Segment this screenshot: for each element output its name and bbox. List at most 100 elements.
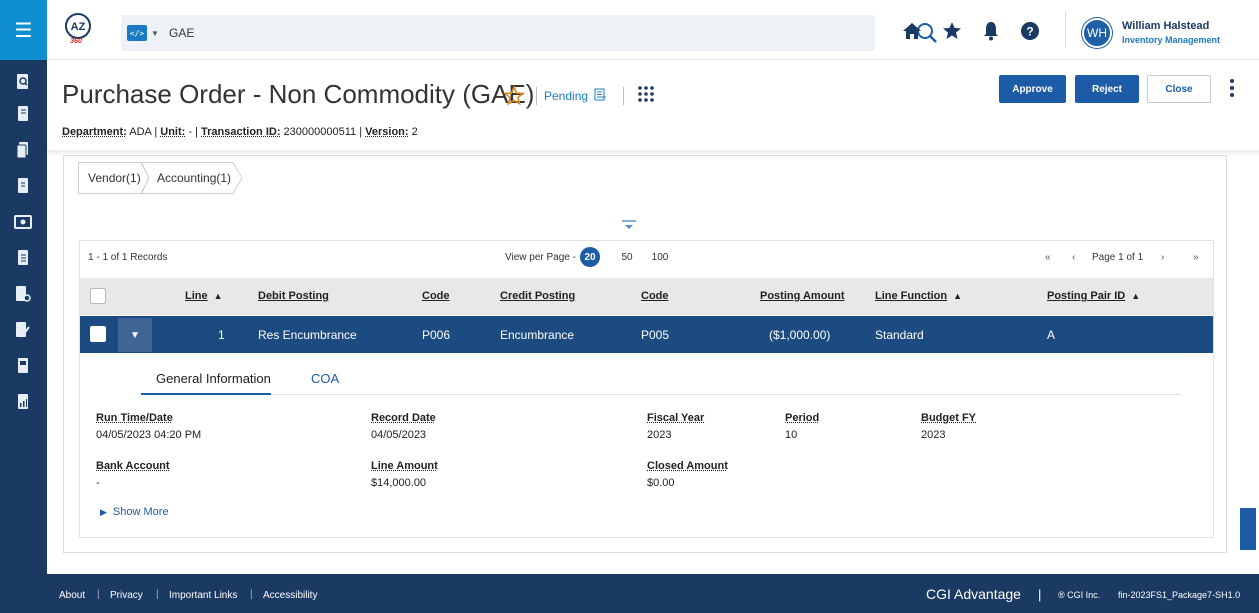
az360-logo[interactable]: AZ 360	[63, 12, 93, 46]
line-amount-label: Line Amount	[371, 460, 438, 472]
home-icon[interactable]	[901, 20, 923, 42]
side-panel-tab[interactable]	[1237, 505, 1259, 553]
breadcrumb-accounting[interactable]: Accounting(1)	[141, 162, 243, 194]
money-icon[interactable]	[11, 210, 35, 234]
record-date-value: 04/05/2023	[371, 429, 427, 441]
breadcrumb-accounting-label: Accounting(1)	[157, 171, 232, 185]
row-checkbox[interactable]	[90, 326, 106, 342]
col-posting-pair-id-label: Posting Pair ID	[1047, 290, 1126, 302]
show-more-label: Show More	[112, 506, 169, 518]
tab-coa[interactable]: COA	[311, 371, 339, 386]
user-role: Inventory Management	[1122, 35, 1221, 45]
col-line-label: Line	[185, 290, 208, 302]
tab-general-information[interactable]: General Information	[156, 371, 271, 386]
svg-text:AZ: AZ	[71, 21, 86, 33]
fiscal-year-value: 2023	[647, 429, 672, 441]
col-credit-posting[interactable]: Credit Posting	[500, 290, 575, 302]
select-all-checkbox[interactable]	[90, 288, 106, 304]
approve-button[interactable]: Approve	[999, 75, 1066, 103]
left-rail: ☰	[0, 0, 47, 613]
col-code-debit[interactable]: Code	[422, 290, 450, 302]
status-badge[interactable]: Pending	[544, 88, 607, 104]
page-title: Purchase Order - Non Commodity (GAE)	[62, 79, 535, 109]
meta-separator: |	[154, 126, 158, 138]
line-amount-value: $14,000.00	[371, 477, 427, 489]
search-input[interactable]	[169, 22, 769, 44]
footer-link-accessibility[interactable]: Accessibility	[263, 590, 317, 601]
tab-divider	[141, 394, 1181, 395]
build-version: fin-2023FS1_Package7-SH1.0	[1118, 590, 1241, 600]
prev-page-icon[interactable]: ‹	[1072, 252, 1075, 263]
transaction-id-value: 230000000511	[283, 126, 357, 138]
favorites-star-icon[interactable]	[941, 20, 963, 42]
reject-button[interactable]: Reject	[1075, 75, 1139, 103]
closed-amount-value: $0.00	[647, 477, 675, 489]
col-line-function[interactable]: Line Function ▲︎	[875, 290, 962, 302]
document-list-icon	[594, 88, 607, 104]
cell-debit-posting: Res Encumbrance	[258, 328, 357, 342]
page-size-50[interactable]: 50	[617, 247, 637, 267]
row-expand-chevron-icon[interactable]: ▼	[118, 318, 152, 352]
version-label: Version:	[365, 126, 409, 138]
next-page-icon[interactable]: ›	[1161, 252, 1164, 263]
footer-separator: |	[1038, 587, 1042, 602]
last-page-icon[interactable]: »	[1193, 252, 1199, 263]
avatar[interactable]: WH	[1082, 18, 1112, 48]
svg-text:360: 360	[70, 38, 82, 45]
closed-amount-label: Closed Amount	[647, 460, 728, 472]
ledger-icon[interactable]	[11, 354, 35, 378]
chart-report-icon[interactable]	[11, 390, 35, 414]
top-bar: AZ 360 </> ▼ ? WH William Halstead Inven…	[47, 0, 1259, 60]
cell-line-function: Standard	[875, 328, 924, 342]
page-size-20[interactable]: 20	[580, 247, 600, 267]
footer-link-privacy[interactable]: Privacy	[110, 590, 143, 601]
document-meta: Department: ADA | Unit: - | Transaction …	[62, 126, 418, 138]
footer: About | Privacy | Important Links | Acce…	[47, 574, 1259, 613]
period-value: 10	[785, 429, 798, 441]
code-icon: </>	[127, 25, 147, 41]
search-scope-dropdown[interactable]: </> ▼	[127, 24, 159, 42]
col-posting-pair-id[interactable]: Posting Pair ID ▲︎	[1047, 290, 1140, 302]
documents-icon[interactable]	[11, 138, 35, 162]
global-search-box: </> ▼	[121, 15, 937, 51]
collapse-filter-icon[interactable]	[621, 218, 637, 232]
run-time-value: 04/05/2023 04:20 PM	[96, 429, 202, 441]
footer-link-about[interactable]: About	[59, 590, 85, 601]
copyright: ® CGI Inc.	[1058, 590, 1101, 600]
doc-settings-icon[interactable]	[11, 282, 35, 306]
department-value: ADA	[129, 126, 152, 138]
bank-account-label: Bank Account	[96, 460, 170, 472]
title-separator	[536, 87, 537, 105]
unit-label: Unit:	[160, 126, 186, 138]
notification-bell-icon[interactable]	[980, 20, 1002, 42]
close-button[interactable]: Close	[1147, 75, 1211, 103]
footer-link-important-links[interactable]: Important Links	[169, 590, 237, 601]
favorite-star-icon[interactable]	[503, 85, 525, 107]
meta-separator: |	[359, 126, 363, 138]
more-options-icon[interactable]	[1226, 76, 1238, 102]
transaction-id-label: Transaction ID:	[201, 126, 281, 138]
apps-grid-icon[interactable]	[637, 85, 655, 103]
doc-edit-icon[interactable]	[11, 318, 35, 342]
book-icon[interactable]	[11, 102, 35, 126]
help-icon[interactable]: ?	[1019, 20, 1041, 42]
version-value: 2	[411, 126, 418, 138]
show-more-link[interactable]: ▶ Show More	[100, 506, 169, 518]
col-line-function-label: Line Function	[875, 290, 948, 302]
sort-icon: ▲︎	[213, 291, 223, 301]
col-debit-posting[interactable]: Debit Posting	[258, 290, 329, 302]
col-posting-amount[interactable]: Posting Amount	[760, 290, 845, 302]
period-label: Period	[785, 412, 820, 424]
page-size-100[interactable]: 100	[650, 247, 670, 267]
hamburger-menu-icon[interactable]: ☰	[0, 0, 47, 60]
col-code-credit[interactable]: Code	[641, 290, 669, 302]
user-name: William Halstead	[1122, 20, 1210, 32]
report-icon[interactable]	[11, 174, 35, 198]
budget-fy-value: 2023	[921, 429, 946, 441]
first-page-icon[interactable]: «	[1045, 252, 1051, 263]
fiscal-year-label: Fiscal Year	[647, 412, 705, 424]
checklist-icon[interactable]	[11, 246, 35, 270]
search-page-icon[interactable]	[11, 70, 35, 94]
col-line[interactable]: Line ▲︎	[185, 290, 223, 302]
breadcrumb-vendor[interactable]: Vendor(1)	[78, 162, 150, 194]
